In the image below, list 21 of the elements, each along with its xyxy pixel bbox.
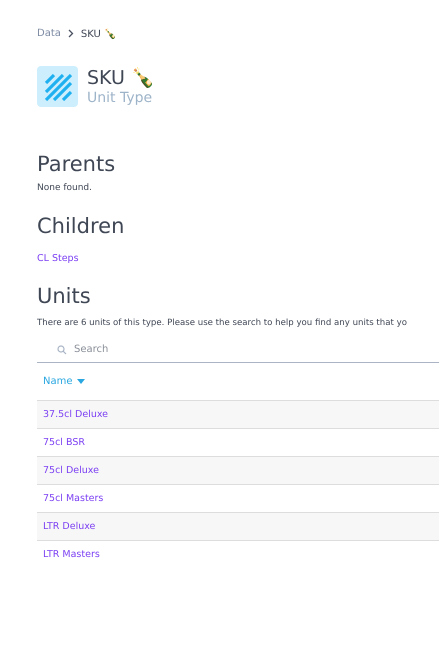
- unit-type-icon: [37, 66, 78, 107]
- unit-link[interactable]: 75cl BSR: [43, 437, 85, 448]
- empty-text: None found.: [37, 183, 93, 193]
- unit-link[interactable]: LTR Deluxe: [43, 521, 96, 532]
- page-subtitle: Unit Type: [87, 88, 154, 106]
- search-icon: [57, 345, 67, 355]
- column-header[interactable]: Name: [43, 376, 73, 387]
- breadcrumb-link[interactable]: Data: [37, 28, 61, 39]
- section-heading: Parents: [37, 151, 116, 177]
- breadcrumb-current: SKU 🍾: [80, 28, 116, 40]
- page-title: SKU 🍾: [87, 66, 155, 88]
- child-link[interactable]: CL Steps: [37, 253, 79, 264]
- section-heading: Children: [37, 213, 126, 239]
- unit-link[interactable]: 37.5cl Deluxe: [43, 409, 108, 420]
- search-field[interactable]: Search: [37, 336, 439, 363]
- section-heading: Units: [37, 283, 92, 309]
- unit-link[interactable]: LTR Masters: [43, 549, 100, 560]
- description-text: There are 6 units of this type. Please use the search to help you find any units that yo: [37, 317, 407, 329]
- unit-link[interactable]: 75cl Deluxe: [43, 465, 99, 476]
- chevron-icon: [68, 29, 74, 38]
- unit-link[interactable]: 75cl Masters: [43, 493, 104, 504]
